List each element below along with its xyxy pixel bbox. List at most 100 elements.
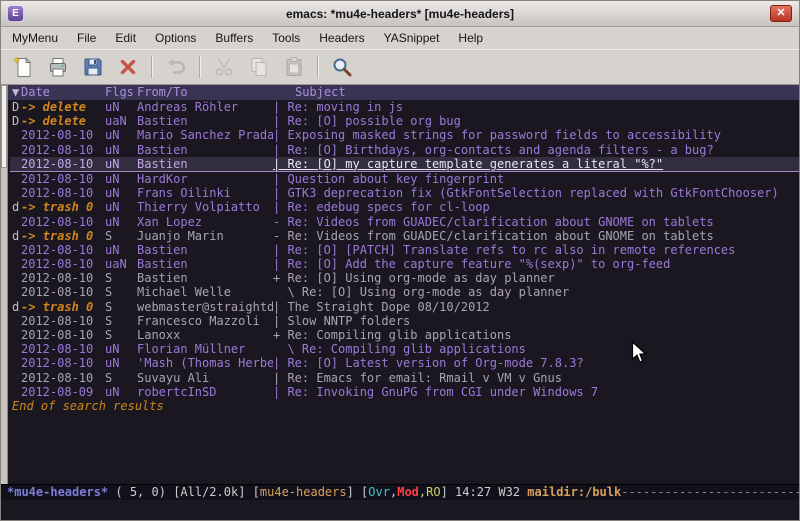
undo-button bbox=[162, 53, 190, 81]
message-flags: uN bbox=[105, 157, 137, 171]
message-subject: | Re: [O] Birthdays, org-contacts and ag… bbox=[273, 143, 799, 157]
menubar: MyMenuFileEditOptionsBuffersToolsHeaders… bbox=[1, 27, 799, 49]
modeline-segment: [ bbox=[253, 485, 260, 499]
message-subject: | Re: [O] Latest version of Org-mode 7.8… bbox=[273, 356, 799, 370]
save-button[interactable] bbox=[79, 53, 107, 81]
emacs-window: E emacs: *mu4e-headers* [mu4e-headers] ✕… bbox=[0, 0, 800, 521]
message-date: -> trash 0 bbox=[21, 229, 105, 243]
message-flags: uN bbox=[105, 100, 137, 114]
message-from: Xan Lopez bbox=[137, 215, 273, 229]
message-mark bbox=[10, 243, 21, 257]
echo-area[interactable] bbox=[1, 500, 799, 520]
print-button[interactable] bbox=[44, 53, 72, 81]
message-row[interactable]: D-> deleteuaNBastien| Re: [O] possible o… bbox=[10, 114, 799, 128]
menu-item-buffers[interactable]: Buffers bbox=[207, 28, 261, 48]
menu-item-headers[interactable]: Headers bbox=[311, 28, 372, 48]
column-header-from[interactable]: From/To bbox=[137, 85, 273, 100]
message-subject: | Re: [O] possible org bug bbox=[273, 114, 799, 128]
message-row[interactable]: 2012-08-10uNBastien| Re: [O] my capture … bbox=[10, 157, 799, 172]
titlebar[interactable]: E emacs: *mu4e-headers* [mu4e-headers] ✕ bbox=[1, 1, 799, 27]
undo-icon bbox=[164, 55, 188, 79]
message-row[interactable]: 2012-08-10SSuvayu Ali| Re: Emacs for ema… bbox=[10, 371, 799, 385]
message-row[interactable]: 2012-08-10SBastien+ Re: [O] Using org-mo… bbox=[10, 271, 799, 285]
message-row[interactable]: d-> trash 0SJuanjo Marin- Re: Videos fro… bbox=[10, 229, 799, 243]
close-buffer-button[interactable] bbox=[114, 53, 142, 81]
sort-direction-icon[interactable]: ▼ bbox=[10, 85, 21, 100]
paste-button bbox=[280, 53, 308, 81]
message-date: 2012-08-10 bbox=[21, 314, 105, 328]
menu-item-yasnippet[interactable]: YASnippet bbox=[376, 28, 448, 48]
window-close-button[interactable]: ✕ bbox=[770, 5, 792, 22]
message-mark: d bbox=[10, 229, 21, 243]
modeline-segment: ,RO bbox=[419, 485, 441, 499]
menu-item-options[interactable]: Options bbox=[147, 28, 204, 48]
message-row[interactable]: 2012-08-10uNBastien| Re: [O] [PATCH] Tra… bbox=[10, 243, 799, 257]
menu-item-file[interactable]: File bbox=[69, 28, 104, 48]
modeline-segment: [All/2.0k] bbox=[173, 485, 252, 499]
message-mark: d bbox=[10, 300, 21, 314]
menu-item-mymenu[interactable]: MyMenu bbox=[4, 28, 66, 48]
message-subject: | Re: [O] Add the capture feature "%(sex… bbox=[273, 257, 799, 271]
cut-button bbox=[210, 53, 238, 81]
scrollbar-thumb[interactable] bbox=[1, 85, 7, 168]
message-from: HardKor bbox=[137, 172, 273, 186]
copy-button bbox=[245, 53, 273, 81]
message-flags: uaN bbox=[105, 114, 137, 128]
cut-icon bbox=[212, 55, 236, 79]
message-from: Bastien bbox=[137, 114, 273, 128]
message-date: 2012-08-10 bbox=[21, 157, 105, 171]
message-row[interactable]: 2012-08-10SFrancesco Mazzoli| Slow NNTP … bbox=[10, 314, 799, 328]
message-row[interactable]: d-> trash 0uNThierry Volpiatto| Re: edeb… bbox=[10, 200, 799, 214]
message-subject: | Re: moving in js bbox=[273, 100, 799, 114]
column-header-subject[interactable]: Subject bbox=[273, 85, 799, 100]
modeline[interactable]: *mu4e-headers* ( 5, 0) [All/2.0k] [mu4e-… bbox=[1, 484, 799, 500]
message-row[interactable]: 2012-08-10uNHardKor| Question about key … bbox=[10, 172, 799, 186]
message-from: Thierry Volpiatto bbox=[137, 200, 273, 214]
message-flags: uN bbox=[105, 356, 137, 370]
message-row[interactable]: 2012-08-10uNFlorian Müllner \ Re: Compil… bbox=[10, 342, 799, 356]
message-row[interactable]: 2012-08-10uaNBastien| Re: [O] Add the ca… bbox=[10, 257, 799, 271]
message-subject: | The Straight Dope 08/10/2012 bbox=[273, 300, 799, 314]
message-row[interactable]: 2012-08-10SMichael Welle \ Re: [O] Using… bbox=[10, 285, 799, 299]
message-subject: + Re: [O] Using org-mode as day planner bbox=[273, 271, 799, 285]
message-flags: S bbox=[105, 271, 137, 285]
message-from: Frans Oilinki bbox=[137, 186, 273, 200]
message-from: Juanjo Marin bbox=[137, 229, 273, 243]
message-flags: uN bbox=[105, 215, 137, 229]
message-date: 2012-08-10 bbox=[21, 356, 105, 370]
modeline-segment: mu4e-headers bbox=[260, 485, 347, 499]
message-row[interactable]: d-> trash 0Swebmaster@straightd...| The … bbox=[10, 300, 799, 314]
mouse-cursor bbox=[631, 341, 649, 365]
message-from: Bastien bbox=[137, 271, 273, 285]
message-row[interactable]: 2012-08-10uN'Mash (Thomas Herbert)| Re: … bbox=[10, 356, 799, 370]
column-header-flags[interactable]: Flgs bbox=[105, 85, 137, 100]
message-mark: d bbox=[10, 200, 21, 214]
message-mark bbox=[10, 356, 21, 370]
toolbar-separator bbox=[199, 56, 201, 78]
message-row[interactable]: 2012-08-10uNXan Lopez- Re: Videos from G… bbox=[10, 215, 799, 229]
message-row[interactable]: D-> deleteuNAndreas Röhler| Re: moving i… bbox=[10, 100, 799, 114]
message-flags: S bbox=[105, 314, 137, 328]
message-flags: uN bbox=[105, 143, 137, 157]
new-file-button[interactable] bbox=[9, 53, 37, 81]
headers-column-bar: ▼ Date Flgs From/To Subject bbox=[8, 85, 799, 100]
message-subject: - Re: Videos from GUADEC/clarification a… bbox=[273, 229, 799, 243]
message-date: 2012-08-10 bbox=[21, 257, 105, 271]
message-row[interactable]: 2012-08-09uNrobertcInSD| Re: Invoking Gn… bbox=[10, 385, 799, 399]
message-row[interactable]: 2012-08-10uNMario Sanchez Prada| Exposin… bbox=[10, 128, 799, 142]
message-from: Bastien bbox=[137, 157, 273, 171]
modeline-segment: maildir:/bulk bbox=[527, 485, 621, 499]
message-from: 'Mash (Thomas Herbert) bbox=[137, 356, 273, 370]
column-header-date[interactable]: Date bbox=[21, 85, 105, 100]
menu-item-edit[interactable]: Edit bbox=[107, 28, 144, 48]
message-row[interactable]: 2012-08-10uNFrans Oilinki| GTK3 deprecat… bbox=[10, 186, 799, 200]
message-row[interactable]: 2012-08-10SLanoxx+ Re: Compiling glib ap… bbox=[10, 328, 799, 342]
menu-item-help[interactable]: Help bbox=[450, 28, 491, 48]
print-icon bbox=[46, 55, 70, 79]
menu-item-tools[interactable]: Tools bbox=[264, 28, 308, 48]
message-mark bbox=[10, 371, 21, 385]
search-button[interactable] bbox=[328, 53, 356, 81]
scrollbar[interactable] bbox=[1, 85, 8, 484]
message-row[interactable]: 2012-08-10uNBastien| Re: [O] Birthdays, … bbox=[10, 143, 799, 157]
message-mark bbox=[10, 271, 21, 285]
